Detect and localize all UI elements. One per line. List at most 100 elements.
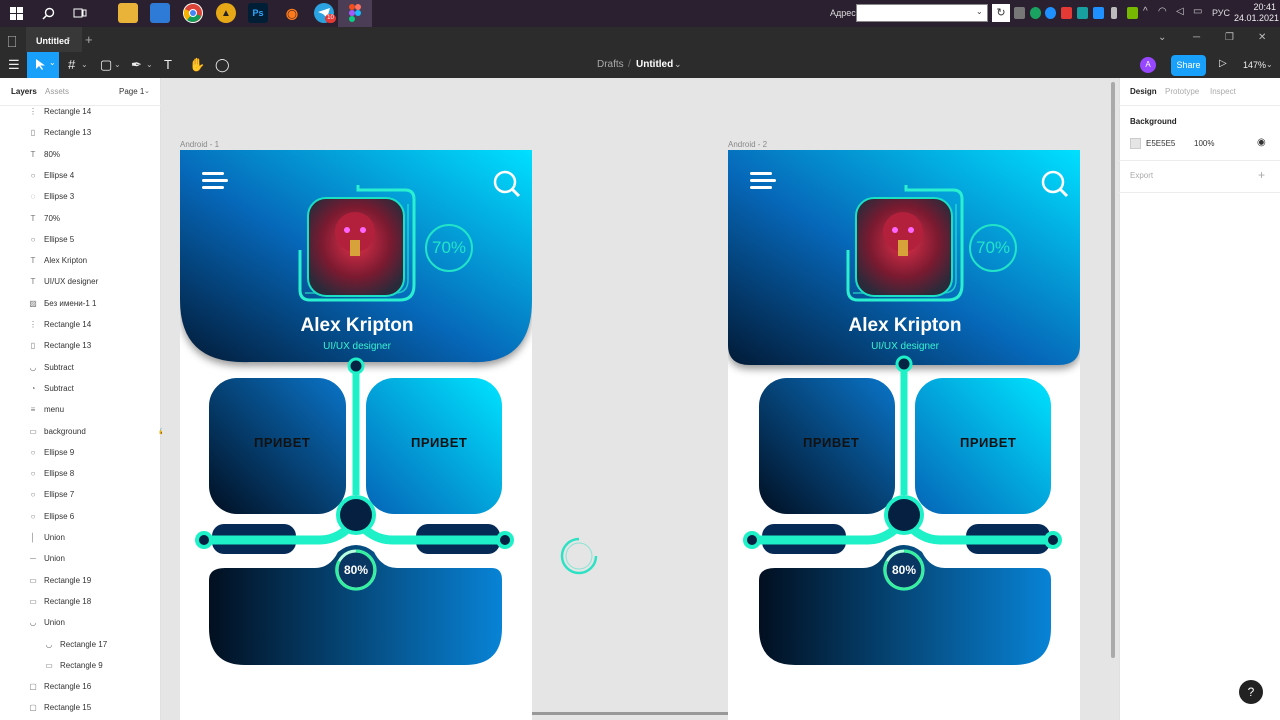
page-selector[interactable]: Page 1 (119, 87, 144, 96)
shape-tool-icon[interactable]: ▢ (100, 57, 112, 73)
tab-layers[interactable]: Layers (11, 87, 37, 96)
layer-row[interactable]: ○ Ellipse 8 (28, 463, 178, 484)
layer-row[interactable]: ⋮ Rectangle 14 (28, 101, 178, 122)
layer-row[interactable]: ◡ Union (28, 612, 178, 633)
tab-prototype[interactable]: Prototype (1165, 87, 1199, 96)
figma-icon[interactable] (345, 3, 365, 23)
layer-type-icon: │ (30, 533, 36, 542)
text-tool-icon[interactable]: T (164, 57, 172, 72)
share-button[interactable]: Share (1171, 55, 1206, 76)
chrome-icon[interactable] (183, 3, 203, 23)
add-export-icon[interactable]: + (1258, 168, 1265, 182)
windows-start-icon[interactable] (6, 3, 26, 23)
layer-row[interactable]: ⋮ Rectangle 14 (28, 314, 178, 335)
background-opacity-input[interactable]: 100% (1194, 139, 1214, 148)
wifi-icon[interactable]: ◠ (1158, 6, 1167, 17)
close-icon[interactable]: × (66, 35, 71, 44)
tray-app-icon[interactable] (1014, 7, 1025, 19)
layer-row[interactable]: ▨ Без имени-1 1 (28, 293, 178, 314)
breadcrumb-drafts[interactable]: Drafts (597, 59, 624, 70)
comment-tool-icon[interactable]: ◯ (215, 57, 230, 73)
layer-row[interactable]: ▢ Rectangle 15 (28, 697, 178, 718)
layer-row[interactable]: ◡ Subtract (28, 357, 178, 378)
background-hex-input[interactable]: E5E5E5 (1146, 139, 1175, 148)
chevron-down-icon[interactable]: ⌄ (114, 60, 121, 69)
app-triangle-icon[interactable]: ▲ (216, 3, 236, 23)
frame-label[interactable]: Android - 2 (728, 140, 767, 149)
layer-row[interactable]: ─ Union (28, 548, 178, 569)
reload-icon[interactable]: ↻ (992, 4, 1010, 22)
store-icon[interactable] (150, 3, 170, 23)
layer-row[interactable]: T 80% (28, 144, 178, 165)
tray-app-icon[interactable] (1093, 7, 1104, 19)
layer-row[interactable]: │ Union (28, 527, 178, 548)
background-color-swatch[interactable] (1130, 138, 1141, 149)
layer-row[interactable]: ○ Ellipse 6 (28, 506, 178, 527)
restore-icon[interactable]: ❐ (1225, 32, 1234, 43)
avatar[interactable]: A (1140, 57, 1156, 73)
help-button[interactable]: ? (1239, 680, 1263, 704)
blender-icon[interactable]: ◉ (282, 3, 302, 23)
layer-row[interactable]: ≡ menu (28, 399, 178, 420)
layer-row[interactable]: ▢ Rectangle 16 (28, 676, 178, 697)
tray-app-icon[interactable] (1030, 7, 1041, 19)
keyboard-icon[interactable]: ▭ (1193, 6, 1202, 17)
language-indicator[interactable]: РУС (1212, 8, 1230, 18)
volume-icon[interactable]: ◁ (1176, 6, 1184, 17)
chevron-down-icon[interactable]: ⌄ (674, 59, 682, 70)
nvidia-icon[interactable] (1127, 7, 1138, 19)
window-close-icon[interactable]: ✕ (1258, 32, 1266, 43)
layer-row[interactable]: T Alex Kripton (28, 250, 178, 271)
tab-assets[interactable]: Assets (45, 87, 69, 96)
layer-row[interactable]: T 70% (28, 208, 178, 229)
chevron-down-icon[interactable]: ⌄ (144, 87, 150, 95)
chevron-down-icon[interactable]: ⌄ (146, 60, 153, 69)
battery-icon[interactable] (1111, 7, 1117, 19)
chevron-down-icon[interactable]: ⌄ (976, 7, 983, 16)
layer-row[interactable]: ◌ Ellipse 3 (28, 186, 178, 207)
file-explorer-icon[interactable] (118, 3, 138, 23)
chevron-up-icon[interactable]: ^ (1143, 6, 1148, 17)
tab-untitled[interactable]: Untitled (26, 27, 82, 52)
tray-app-icon[interactable] (1061, 7, 1072, 19)
layer-row[interactable]: ▭ Rectangle 19 (28, 570, 178, 591)
layer-row[interactable]: ▭ Rectangle 18 (28, 591, 178, 612)
file-name[interactable]: Untitled (636, 59, 673, 70)
chevron-down-icon[interactable]: ⌄ (1266, 60, 1273, 69)
tab-inspect[interactable]: Inspect (1210, 87, 1236, 96)
tray-app-icon[interactable] (1045, 7, 1056, 19)
pen-tool-icon[interactable]: ✒ (131, 57, 142, 73)
layer-row[interactable]: ○ Ellipse 4 (28, 165, 178, 186)
minimize-icon[interactable]: ─ (1193, 32, 1200, 43)
system-clock[interactable]: 20:41 24.01.2021 (1234, 2, 1279, 24)
frame-label[interactable]: Android - 1 (180, 140, 219, 149)
search-icon[interactable] (38, 3, 58, 23)
chevron-down-icon[interactable]: ⌄ (81, 60, 88, 69)
layer-row[interactable]: ◔ Subtract (28, 378, 178, 399)
tray-app-icon[interactable] (1077, 7, 1088, 19)
tab-design[interactable]: Design (1130, 87, 1157, 96)
chevron-down-icon[interactable]: ⌄ (1158, 32, 1166, 43)
layer-row[interactable]: ○ Ellipse 5 (28, 229, 178, 250)
task-view-icon[interactable] (70, 3, 90, 23)
present-play-icon[interactable]: ▷ (1219, 58, 1227, 69)
zoom-dropdown[interactable]: 147% (1243, 60, 1266, 70)
layer-row[interactable]: ▯ Rectangle 13 (28, 335, 178, 356)
layer-row[interactable]: ▯ Rectangle 13 (28, 122, 178, 143)
move-tool-button[interactable]: ⌄ (27, 52, 59, 78)
hand-tool-icon[interactable]: ✋ (189, 57, 205, 73)
photoshop-icon[interactable]: Ps (248, 3, 268, 23)
frame-tool-icon[interactable]: # (68, 57, 75, 72)
main-menu-icon[interactable]: ☰ (8, 57, 20, 73)
layer-row[interactable]: T UI/UX designer (28, 271, 178, 292)
layer-row[interactable]: ○ Ellipse 9 (28, 442, 178, 463)
new-tab-icon[interactable]: + (85, 32, 93, 47)
android-frame-1[interactable]: Alex Kripton UI/UX designer 70% 80% ПРИВ… (180, 150, 532, 720)
eye-icon[interactable]: ◉ (1257, 137, 1266, 148)
android-frame-2[interactable]: Alex Kripton UI/UX designer 70% 80% ПРИВ… (728, 150, 1080, 720)
figma-logo-icon[interactable] (7, 34, 17, 52)
layer-row[interactable]: ○ Ellipse 7 (28, 484, 178, 505)
vertical-scrollbar[interactable] (1111, 82, 1115, 658)
address-input[interactable] (856, 4, 988, 22)
layer-row[interactable]: ▭background🔒 (28, 421, 178, 442)
